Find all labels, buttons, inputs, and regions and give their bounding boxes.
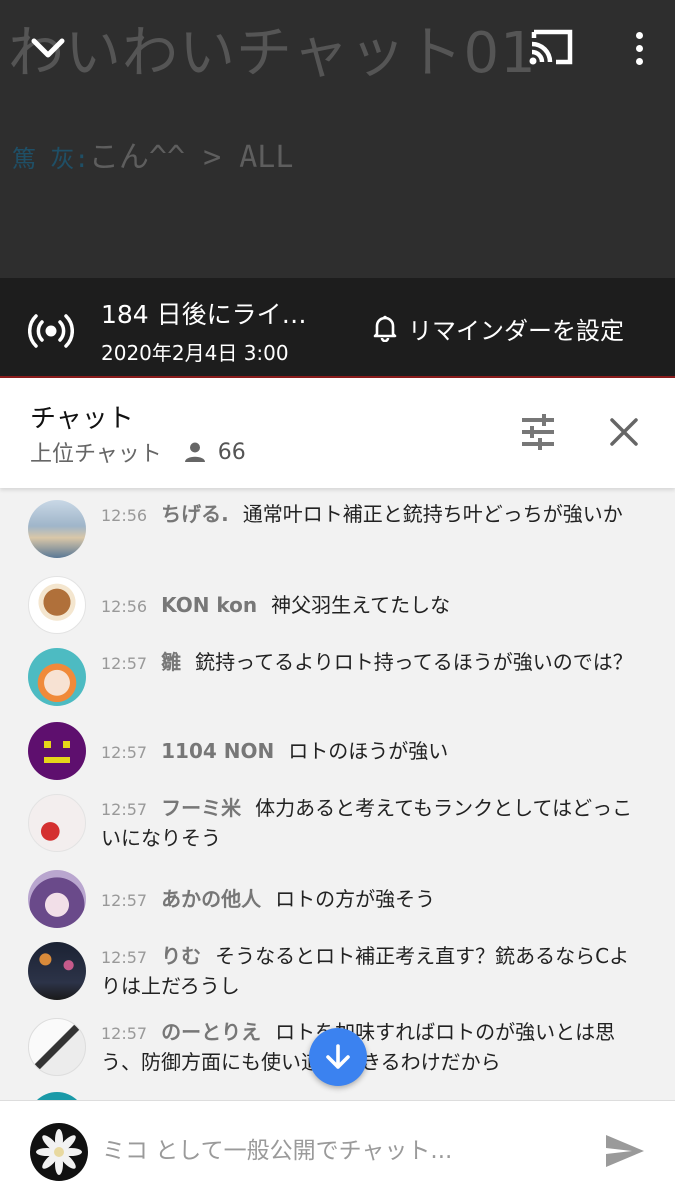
message-author[interactable]: 雛 <box>161 650 181 674</box>
message-time: 12:57 <box>101 743 148 762</box>
avatar[interactable] <box>28 576 86 634</box>
avatar[interactable] <box>28 722 86 780</box>
chat-mode-label: 上位チャット <box>30 442 162 467</box>
send-icon <box>606 1135 644 1167</box>
video-overlay-name: 篤 灰: <box>12 145 89 173</box>
avatar[interactable] <box>28 942 86 1000</box>
arrow-down-icon <box>326 1044 350 1069</box>
message-author[interactable]: 1104 NON <box>161 739 274 763</box>
bell-icon <box>373 315 397 342</box>
message-time: 12:57 <box>101 800 148 819</box>
message-time: 12:57 <box>101 1024 148 1043</box>
live-title: 184 日後にライ… <box>101 300 307 329</box>
video-player[interactable]: わいわいチャット01 篤 灰:こん^^ > ALL <box>0 0 675 278</box>
more-vert-icon <box>635 31 643 39</box>
avatar[interactable] <box>28 1092 86 1100</box>
person-icon <box>184 442 205 462</box>
tune-icon <box>522 414 554 450</box>
avatar[interactable] <box>28 870 86 928</box>
live-date: 2020年2月4日 3:00 <box>101 341 289 365</box>
chat-input-bar <box>0 1100 675 1200</box>
message-time: 12:56 <box>101 506 148 525</box>
message-author[interactable]: あかの他人 <box>161 887 261 911</box>
message-author[interactable]: りむ <box>161 944 201 968</box>
chat-header: チャット 上位チャット 66 <box>0 378 675 488</box>
cast-button[interactable] <box>526 24 578 70</box>
video-overlay-chat-line: 篤 灰:こん^^ > ALL <box>12 132 293 176</box>
set-reminder-button[interactable]: リマインダーを設定 <box>372 311 624 345</box>
chat-message-list[interactable]: 12:56 ちげる. 通常叶ロト補正と銃持ち叶どっちが強いか 12:56 KON ko… <box>0 488 675 1100</box>
close-icon <box>610 418 638 446</box>
video-overlay-title: わいわいチャット01 <box>8 21 537 86</box>
message-author[interactable]: ちげる. <box>161 502 229 526</box>
avatar[interactable] <box>28 1018 86 1076</box>
message-text: ロトのほうが強い <box>288 739 449 763</box>
message-text: 神父羽生えてたしな <box>271 593 451 617</box>
chat-settings-button[interactable] <box>518 412 558 452</box>
more-options-button[interactable] <box>624 26 654 70</box>
message-text: 通常叶ロト補正と銃持ち叶どっちが強いか <box>242 502 623 526</box>
send-button[interactable] <box>604 1133 646 1169</box>
chat-title: チャット <box>30 404 134 434</box>
message-time: 12:57 <box>101 654 148 673</box>
message-time: 12:57 <box>101 891 148 910</box>
avatar[interactable] <box>28 648 86 706</box>
reminder-label: リマインダーを設定 <box>408 316 624 345</box>
smiley-icon <box>44 741 70 763</box>
message-author[interactable]: フーミ米 <box>161 796 241 820</box>
message-author[interactable]: KON kon <box>161 593 257 617</box>
message-author[interactable]: のーとりえ <box>161 1020 261 1044</box>
message-text: ロトの方が強そう <box>275 887 436 911</box>
my-avatar[interactable] <box>30 1123 88 1181</box>
flower-avatar-icon <box>36 1129 82 1175</box>
message-time: 12:56 <box>101 597 148 616</box>
chevron-down-icon <box>31 38 65 58</box>
scroll-to-bottom-button[interactable] <box>309 1028 367 1086</box>
avatar[interactable] <box>28 794 86 852</box>
video-overlay-text: こん^^ > ALL <box>88 140 294 175</box>
close-chat-button[interactable] <box>606 414 642 450</box>
live-broadcast-icon <box>28 308 74 354</box>
chat-mode-selector[interactable]: 上位チャット 66 <box>30 436 246 468</box>
avatar[interactable] <box>28 500 86 558</box>
chat-message-input[interactable] <box>102 1131 572 1171</box>
message-text: 銃持ってるよりロト持ってるほうが強いのでは？ <box>195 650 633 674</box>
collapse-button[interactable] <box>26 26 70 70</box>
viewer-count: 66 <box>217 439 246 465</box>
cast-icon <box>529 29 573 65</box>
message-time: 12:57 <box>101 948 148 967</box>
